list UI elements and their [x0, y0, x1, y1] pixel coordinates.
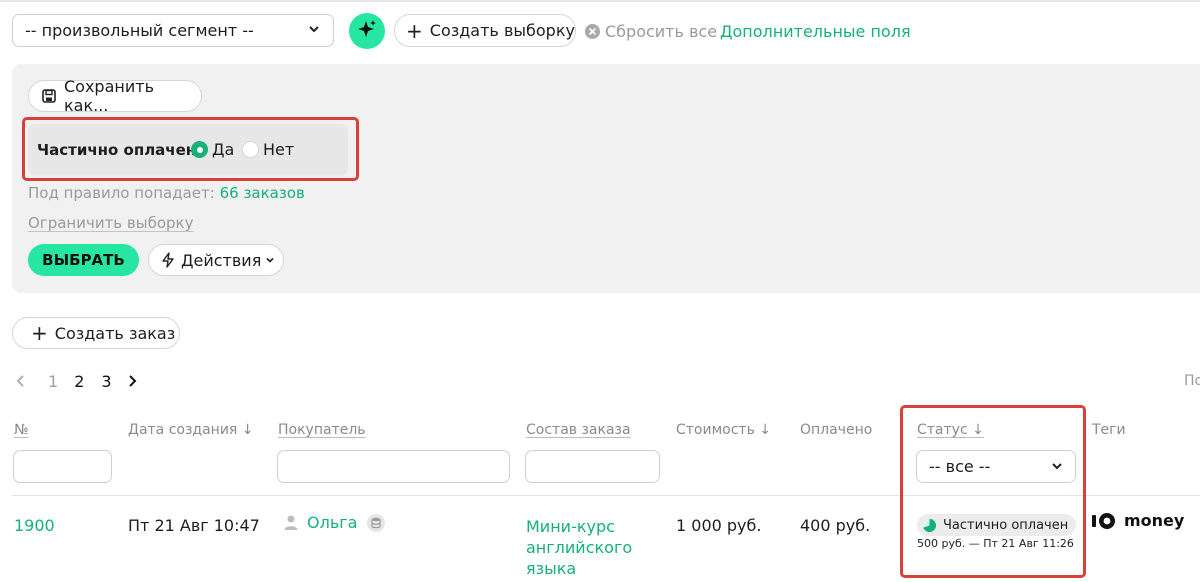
database-icon[interactable] — [367, 513, 386, 532]
highlight-status-box — [900, 405, 1086, 578]
page-3[interactable]: 3 — [101, 372, 111, 391]
save-as-button[interactable]: Сохранить как... — [28, 77, 202, 115]
limit-selection-link[interactable]: Ограничить выборку — [28, 214, 193, 232]
actions-label: Действия — [181, 250, 262, 270]
yoomoney-mark-icon — [1092, 512, 1118, 530]
header-composition[interactable]: Состав заказа — [526, 422, 631, 438]
sparkle-icon — [356, 18, 378, 44]
header-created[interactable]: Дата создания ↓ — [128, 422, 254, 438]
clear-circle-icon — [585, 24, 600, 39]
additional-fields-link[interactable]: Дополнительные поля — [720, 22, 911, 41]
order-created: Пт 21 Авг 10:47 — [128, 516, 260, 535]
ai-sparkle-button[interactable] — [349, 13, 385, 49]
next-page-icon[interactable] — [127, 375, 137, 387]
right-cut-text: По — [1184, 373, 1200, 389]
number-filter-input[interactable] — [13, 450, 112, 483]
page-2[interactable]: 2 — [74, 372, 84, 391]
page-1[interactable]: 1 — [48, 372, 58, 391]
person-icon — [283, 514, 299, 532]
create-order-label: Создать заказ — [54, 323, 176, 343]
composition-filter-input[interactable] — [525, 450, 660, 483]
segment-select-value: -- произвольный сегмент -- — [25, 21, 254, 40]
header-paid: Оплачено — [800, 422, 873, 438]
order-cost: 1 000 руб. — [676, 516, 762, 535]
save-as-label: Сохранить как... — [64, 77, 154, 115]
lightning-icon — [161, 252, 175, 268]
composition-line-3: языка — [526, 559, 577, 578]
yoomoney-logo: money — [1092, 511, 1184, 530]
composition-line-1: Мини-курс — [526, 517, 615, 536]
plus-icon: + — [406, 18, 423, 43]
reset-all-link[interactable]: Сбросить все — [585, 22, 717, 41]
select-button-label: ВЫБРАТЬ — [42, 251, 125, 269]
header-tags: Теги — [1092, 422, 1126, 438]
header-number[interactable]: № — [14, 422, 29, 438]
rule-prefix: Под правило попадает: — [28, 184, 215, 202]
buyer-cell: Ольга — [283, 513, 386, 532]
save-disk-icon — [41, 88, 57, 104]
plus-icon: + — [31, 321, 48, 345]
reset-all-label: Сбросить все — [605, 22, 718, 41]
pagination: 1 2 3 — [16, 371, 137, 391]
top-cut-line — [0, 0, 1200, 2]
chevron-down-icon — [307, 21, 321, 40]
actions-button[interactable]: Действия — [148, 244, 284, 276]
header-buyer[interactable]: Покупатель — [278, 422, 366, 438]
composition-link[interactable]: Мини-курс английского языка — [526, 516, 632, 579]
order-number-link[interactable]: 1900 — [14, 516, 55, 535]
highlight-filter-box — [22, 117, 359, 181]
prev-page-icon[interactable] — [16, 375, 34, 387]
buyer-filter-input[interactable] — [277, 450, 510, 483]
select-button[interactable]: ВЫБРАТЬ — [28, 244, 139, 276]
order-paid: 400 руб. — [800, 516, 871, 535]
create-selection-button[interactable]: + Создать выборку — [394, 14, 576, 47]
create-order-button[interactable]: + Создать заказ — [12, 317, 180, 349]
rule-count-link[interactable]: 66 заказов — [220, 184, 305, 202]
buyer-name-link[interactable]: Ольга — [307, 513, 357, 532]
chevron-down-icon — [265, 255, 275, 265]
segment-select[interactable]: -- произвольный сегмент -- — [12, 14, 334, 47]
composition-line-2: английского — [526, 538, 633, 557]
yoomoney-text: money — [1124, 511, 1185, 530]
rule-count-line: Под правило попадает: 66 заказов — [28, 184, 305, 202]
header-cost[interactable]: Стоимость ↓ — [676, 422, 771, 438]
create-selection-label: Создать выборку — [429, 21, 575, 40]
